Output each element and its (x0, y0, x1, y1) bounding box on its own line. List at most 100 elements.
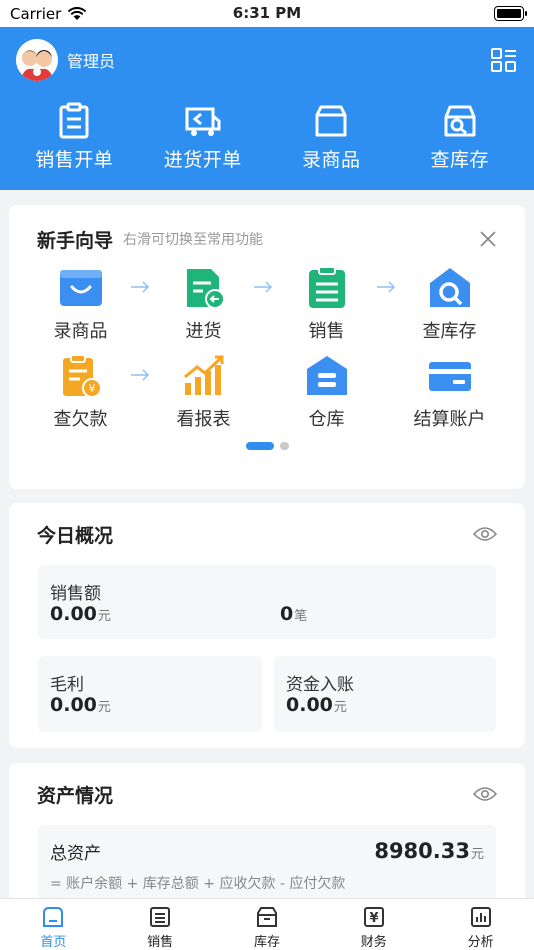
list-icon (150, 907, 171, 927)
inventory-icon (256, 907, 277, 927)
card-icon (428, 362, 471, 391)
yen-icon: ¥ (363, 907, 384, 927)
tab-inventory[interactable]: 库存 (214, 899, 320, 950)
sales-label: 销售额 (50, 584, 101, 604)
total-assets-amount: 8980.33 (374, 839, 470, 863)
user-profile[interactable]: 管理员 (16, 39, 115, 81)
order-count: 0笔 (280, 603, 307, 625)
assets-header: 资产情况 (9, 763, 525, 825)
income-amount: 0.00 (286, 694, 333, 716)
profit-unit: 元 (97, 700, 111, 715)
assets-formula: = 账户余额 + 库存总额 + 应收欠款 - 应付欠款 (50, 876, 346, 892)
order-count-unit: 笔 (294, 609, 308, 624)
guide-row: 录商品 进货 销售 查库存 (19, 263, 515, 351)
username: 管理员 (67, 52, 116, 71)
debt-icon: ¥ (62, 354, 102, 398)
tab-finance[interactable]: ¥ 财务 (321, 899, 427, 950)
income-panel[interactable]: 资金入账 0.00元 (274, 656, 496, 732)
guide-item-stock-in[interactable]: 进货 (142, 263, 273, 343)
wifi-icon (68, 6, 87, 20)
quick-action-label: 销售开单 (35, 149, 114, 171)
guide-item-label: 销售 (308, 321, 345, 342)
guide-item-label: 结算账户 (413, 409, 486, 430)
quick-action-check-stock[interactable]: 查库存 (400, 101, 520, 172)
bag-icon (59, 270, 102, 306)
guide-header: 新手向导 右滑可切换至常用功能 (9, 205, 525, 255)
report-icon (183, 355, 223, 395)
total-assets-label: 总资产 (50, 844, 101, 864)
sales-icon (308, 266, 345, 308)
quick-action-purchase-order[interactable]: 进货开单 (143, 101, 263, 172)
guide-subtitle: 右滑可切换至常用功能 (123, 232, 264, 248)
tab-label: 首页 (40, 935, 67, 950)
store-icon (444, 105, 476, 137)
page-dot[interactable] (279, 442, 289, 450)
profit-amount: 0.00 (50, 694, 97, 716)
truck-icon (185, 107, 221, 136)
tab-analysis[interactable]: 分析 (428, 899, 534, 950)
home-icon (43, 907, 64, 927)
guide-item-sales[interactable]: 销售 (265, 263, 396, 343)
close-icon[interactable] (479, 230, 497, 248)
tab-label: 销售 (147, 935, 174, 950)
status-left: Carrier (10, 5, 87, 23)
eye-icon[interactable] (473, 526, 497, 542)
gross-profit-panel[interactable]: 毛利 0.00元 (38, 656, 262, 732)
guide-item-label: 看报表 (176, 409, 231, 430)
guide-row: ¥ 查欠款 看报表 仓库 结算账户 (19, 351, 515, 439)
guide-item-add-product[interactable]: 录商品 (19, 263, 150, 343)
tab-bar: 首页 销售 库存 ¥ 财务 分析 (0, 898, 534, 950)
guide-item-check-stock[interactable]: 查库存 (388, 263, 511, 343)
guide-title: 新手向导 (37, 229, 114, 252)
profit-value: 0.00元 (50, 694, 111, 716)
sales-unit: 元 (97, 609, 111, 624)
quick-action-label: 录商品 (301, 149, 361, 171)
grid-menu-icon[interactable] (490, 46, 518, 74)
quick-action-add-product[interactable]: 录商品 (271, 101, 391, 172)
sales-amount: 0.00 (50, 603, 97, 625)
guide-item-label: 查库存 (422, 321, 477, 342)
box-icon (315, 105, 347, 137)
carrier-label: Carrier (10, 4, 62, 23)
order-count-value: 0 (280, 603, 294, 625)
battery-icon (494, 6, 527, 21)
guide-item-depot[interactable]: 仓库 (265, 351, 388, 431)
quick-action-sales-order[interactable]: 销售开单 (14, 101, 134, 172)
page-dot-active[interactable] (245, 442, 274, 450)
warehouse-search-icon (429, 268, 470, 307)
quick-actions: 销售开单 进货开单 录商品 查库存 (0, 101, 534, 172)
page-indicator[interactable] (9, 442, 525, 450)
guide-item-check-debt[interactable]: ¥ 查欠款 (19, 351, 150, 431)
total-assets-unit: 元 (470, 847, 484, 862)
tab-sales[interactable]: 销售 (107, 899, 213, 950)
svg-text:¥: ¥ (369, 911, 378, 926)
quick-action-label: 查库存 (430, 149, 489, 171)
depot-icon (306, 356, 347, 395)
profit-label: 毛利 (50, 675, 84, 695)
guide-grid: 录商品 进货 销售 查库存 ¥ 查欠款 看报表 仓库 结算账户 (9, 255, 525, 439)
guide-item-settlement-account[interactable]: 结算账户 (388, 351, 511, 431)
sales-value: 0.00元 (50, 603, 111, 625)
svg-text:¥: ¥ (88, 382, 95, 395)
tab-label: 库存 (253, 935, 280, 950)
tab-home[interactable]: 首页 (0, 899, 106, 950)
header: 管理员 销售开单 进货开单 录商品 查库存 (0, 27, 534, 190)
tab-label: 分析 (467, 935, 494, 950)
guide-item-label: 进货 (185, 321, 222, 342)
avatar[interactable] (16, 39, 58, 81)
guide-card: 新手向导 右滑可切换至常用功能 录商品 进货 销售 查库存 ¥ 查欠款 看报表 … (9, 205, 525, 489)
income-value: 0.00元 (286, 694, 347, 716)
chart-icon (470, 907, 491, 927)
total-assets-panel[interactable]: 总资产 8980.33元 = 账户余额 + 库存总额 + 应收欠款 - 应付欠款 (38, 825, 496, 905)
total-assets-value: 8980.33元 (374, 839, 484, 863)
today-title: 今日概况 (37, 524, 114, 547)
guide-item-label: 查欠款 (53, 409, 108, 430)
sales-panel[interactable]: 销售额 0.00元 0笔 (38, 565, 496, 639)
quick-action-label: 进货开单 (163, 149, 242, 171)
stock-in-icon (186, 269, 225, 309)
guide-item-view-report[interactable]: 看报表 (142, 351, 265, 431)
assets-title: 资产情况 (37, 784, 114, 807)
eye-icon[interactable] (473, 786, 497, 802)
income-unit: 元 (333, 700, 347, 715)
status-bar: Carrier (0, 0, 534, 27)
